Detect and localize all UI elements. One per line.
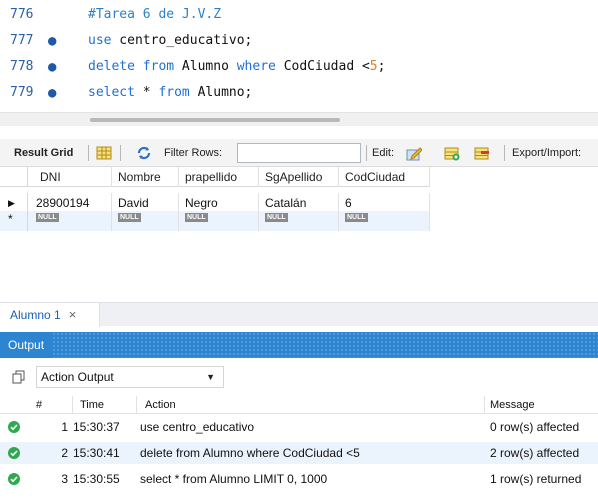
- column-header-time[interactable]: Time: [80, 396, 130, 414]
- keyword: from: [158, 85, 190, 100]
- edit-cell-icon[interactable]: [406, 145, 422, 161]
- success-check-icon: [8, 473, 20, 485]
- output-message: 0 row(s) affected: [490, 420, 580, 434]
- statement-marker-icon: ●: [48, 59, 57, 75]
- output-action: delete from Alumno where CodCiudad <5: [140, 446, 360, 460]
- keyword: from: [142, 59, 175, 74]
- grid-cell[interactable]: David: [112, 193, 179, 213]
- line-number: 779: [10, 85, 34, 100]
- editor-line[interactable]: 776 #Tarea 6 de J.V.Z: [0, 4, 598, 26]
- table-row[interactable]: 3 15:30:55 select * from Alumno LIMIT 0,…: [0, 468, 598, 490]
- null-cell[interactable]: NULL: [179, 211, 259, 231]
- grid-cell[interactable]: 6: [339, 193, 430, 213]
- code-text: centro_educativo;: [111, 33, 253, 48]
- output-action: select * from Alumno LIMIT 0, 1000: [140, 472, 328, 486]
- scrollbar-thumb[interactable]: [90, 118, 340, 122]
- current-row-arrow-icon: ▶: [0, 193, 28, 213]
- toolbar-divider: [504, 145, 505, 161]
- statement-marker-icon: ●: [48, 85, 57, 101]
- row-marker: [0, 167, 28, 187]
- column-header-message[interactable]: Message: [490, 396, 598, 414]
- output-message: 2 row(s) affected: [490, 446, 580, 460]
- code-number: 5: [369, 59, 378, 74]
- grid-layout-icon[interactable]: [96, 145, 112, 161]
- table-row[interactable]: 1 15:30:37 use centro_educativo 0 row(s)…: [0, 416, 598, 438]
- line-number: 777: [10, 33, 34, 48]
- code-text: *: [134, 85, 159, 100]
- close-icon[interactable]: ×: [69, 307, 77, 322]
- table-row[interactable]: 2 15:30:41 delete from Alumno where CodC…: [0, 442, 598, 464]
- toolbar-divider: [120, 145, 121, 161]
- result-tab-bar: Alumno 1 ×: [0, 302, 598, 327]
- output-type-value: Action Output: [41, 370, 114, 384]
- keyword: delete: [88, 59, 135, 74]
- toolbar-divider: [366, 145, 367, 161]
- column-header-codciudad[interactable]: CodCiudad: [339, 167, 430, 187]
- grid-cell[interactable]: Negro: [179, 193, 259, 213]
- null-cell[interactable]: NULL: [259, 211, 339, 231]
- grid-header-row: DNI Nombre prapellido SgApellido CodCiud…: [0, 167, 430, 187]
- output-panel-header: Output: [0, 332, 598, 358]
- result-grid-button[interactable]: Result Grid: [14, 139, 73, 167]
- statement-marker-icon: ●: [48, 33, 57, 49]
- toolbar-divider: [88, 145, 89, 161]
- code-text: Alumno;: [189, 85, 253, 100]
- insert-row-icon[interactable]: [444, 145, 460, 161]
- output-action: use centro_educativo: [140, 420, 255, 434]
- column-header-prapellido[interactable]: prapellido: [179, 167, 259, 187]
- tab-alumno-1[interactable]: Alumno 1 ×: [0, 303, 100, 327]
- editor-line[interactable]: 777 ● use centro_educativo;: [0, 30, 598, 52]
- filter-rows-label: Filter Rows:: [164, 147, 223, 159]
- code-text: CodCiudad <: [275, 59, 370, 74]
- output-row-number: 1: [61, 420, 68, 434]
- keyword: use: [88, 33, 112, 48]
- code-comment: #Tarea 6 de J.V.Z: [88, 7, 222, 22]
- column-header-dni[interactable]: DNI: [28, 167, 112, 187]
- output-header-row: # Time Action Message: [0, 396, 598, 414]
- new-row[interactable]: * NULL NULL NULL NULL NULL: [0, 211, 430, 231]
- keyword: where: [236, 59, 276, 74]
- output-title: Output: [0, 332, 53, 358]
- null-cell[interactable]: NULL: [112, 211, 179, 231]
- editor-line[interactable]: 778 ● delete from Alumno where CodCiudad…: [0, 56, 598, 78]
- output-toolbar: Action Output ▼: [0, 362, 598, 390]
- column-header-action[interactable]: Action: [145, 396, 445, 414]
- column-header-sgapellido[interactable]: SgApellido: [259, 167, 339, 187]
- new-row-marker-icon: *: [0, 211, 28, 231]
- sql-editor[interactable]: 776 #Tarea 6 de J.V.Z 777 ● use centro_e…: [0, 0, 598, 112]
- editor-horizontal-scrollbar[interactable]: [0, 112, 598, 126]
- output-type-select[interactable]: Action Output ▼: [36, 366, 224, 388]
- grid-cell[interactable]: Catalán: [259, 193, 339, 213]
- column-header-num[interactable]: #: [36, 396, 66, 414]
- line-number: 778: [10, 59, 34, 74]
- chevron-down-icon: ▼: [206, 372, 215, 382]
- output-time: 15:30:41: [73, 446, 120, 460]
- copy-icon[interactable]: [12, 370, 26, 384]
- delete-row-icon[interactable]: [474, 145, 490, 161]
- success-check-icon: [8, 421, 20, 433]
- null-cell[interactable]: NULL: [339, 211, 430, 231]
- edit-label: Edit:: [372, 147, 395, 159]
- output-message: 1 row(s) returned: [490, 472, 582, 486]
- grid-cell[interactable]: 28900194: [28, 193, 112, 213]
- output-row-number: 2: [61, 446, 68, 460]
- refresh-icon[interactable]: [136, 145, 152, 161]
- null-cell[interactable]: NULL: [28, 211, 112, 231]
- output-time: 15:30:55: [73, 472, 120, 486]
- table-row[interactable]: ▶ 28900194 David Negro Catalán 6: [0, 193, 430, 213]
- tab-label: Alumno 1: [10, 308, 61, 322]
- output-time: 15:30:37: [73, 420, 120, 434]
- filter-rows-input[interactable]: [237, 143, 361, 163]
- output-row-number: 3: [61, 472, 68, 486]
- export-import-label[interactable]: Export/Import:: [512, 139, 581, 167]
- result-grid-toolbar: Result Grid Filter Rows: Edit: Export/Im…: [0, 139, 598, 167]
- line-number: 776: [10, 7, 34, 22]
- column-header-nombre[interactable]: Nombre: [112, 167, 179, 187]
- keyword: select: [88, 85, 135, 100]
- success-check-icon: [8, 447, 20, 459]
- editor-line[interactable]: 779 ● select * from Alumno;: [0, 82, 598, 104]
- code-text: Alumno: [174, 59, 237, 74]
